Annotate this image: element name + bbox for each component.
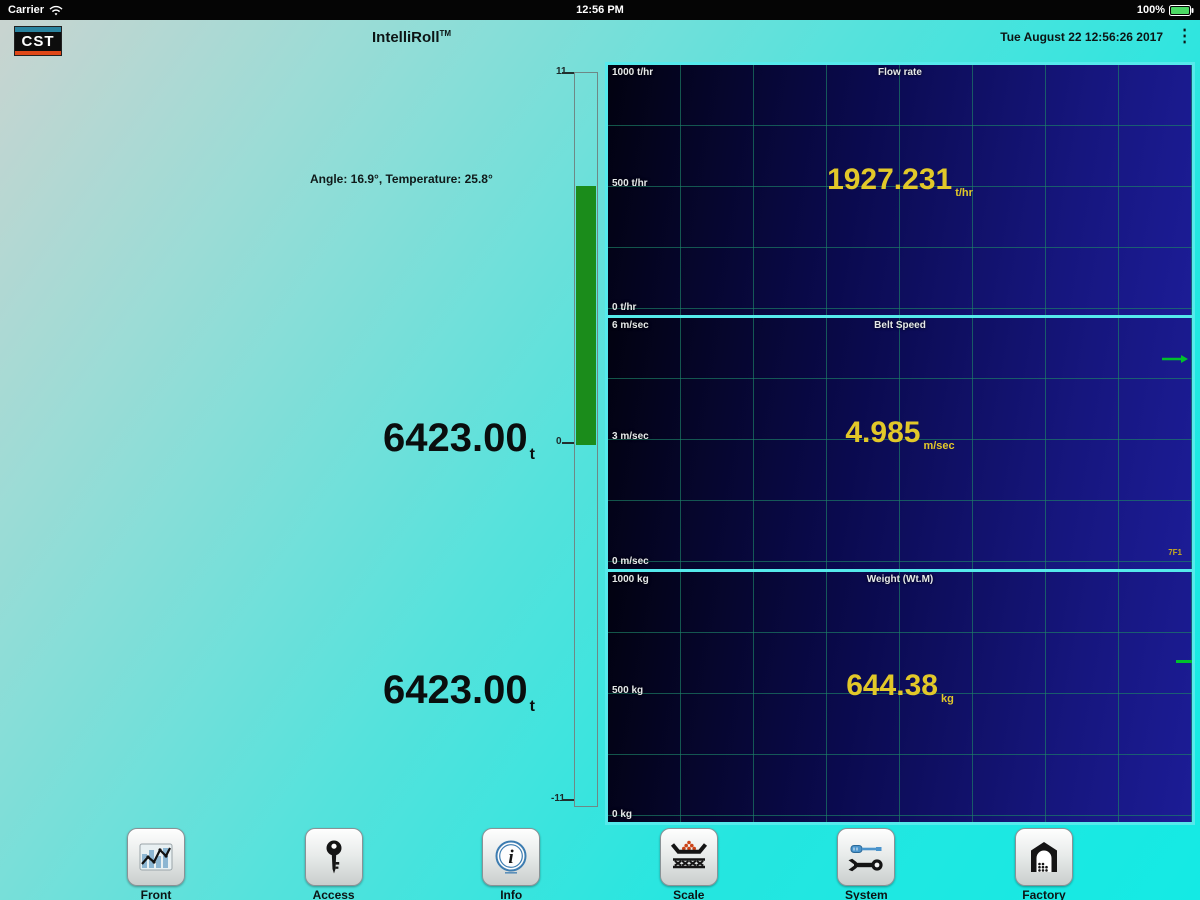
belt-speed-value: 4.985 m/sec <box>608 415 1192 452</box>
logo-text: CST <box>15 32 61 51</box>
key-icon <box>326 840 342 874</box>
system-button-label: System <box>845 888 888 900</box>
bottom-toolbar: Front Access i Info Scale System Factory <box>124 828 1076 900</box>
page-title: IntelliRollTM <box>372 29 451 46</box>
belt-speed-title: Belt Speed <box>874 320 926 332</box>
access-button[interactable]: Access <box>302 828 366 900</box>
total-bottom-value: 6423.00 <box>383 668 528 712</box>
flow-rate-value-number: 1927.231 <box>827 162 953 196</box>
tools-icon <box>848 845 883 872</box>
trend-chart-icon <box>139 843 173 871</box>
screen: Carrier 12:56 PM 100% CST IntelliRollTM <box>0 0 1200 900</box>
flow-rate-value: 1927.231 t/hr <box>608 162 1192 199</box>
system-button[interactable]: System <box>834 828 898 900</box>
trademark-mark: TM <box>439 29 452 38</box>
overflow-menu-icon[interactable]: ⋮ <box>1177 28 1192 45</box>
front-button[interactable]: Front <box>124 828 188 900</box>
info-button[interactable]: i Info <box>479 828 543 900</box>
factory-button-label: Factory <box>1022 888 1066 900</box>
factory-icon <box>1030 842 1057 872</box>
weight-value-unit: kg <box>940 693 954 706</box>
trend-charts-panel: 1000 t/hr Flow rate 500 t/hr 0 t/hr 1927… <box>605 62 1195 825</box>
front-button-label: Front <box>140 888 172 900</box>
weight-value: 644.38 kg <box>608 669 1192 706</box>
weight-value-number: 644.38 <box>846 669 938 703</box>
angle-temperature-label: Angle: 16.9°, Temperature: 25.8° <box>310 172 493 186</box>
factory-button[interactable]: Factory <box>1012 828 1076 900</box>
total-weight-top: 6423.00 t <box>383 416 535 463</box>
belt-scale-icon <box>670 840 707 869</box>
flow-rate-title: Flow rate <box>878 67 922 78</box>
belt-speed-ymin-label: 0 m/sec <box>612 555 649 567</box>
status-bar: Carrier 12:56 PM 100% <box>0 0 1200 20</box>
datetime-label: Tue August 22 12:56:26 2017 <box>1000 30 1163 44</box>
access-button-label: Access <box>312 888 355 900</box>
logo-bottom-stripe <box>15 51 61 55</box>
speed-marker-arrow-icon <box>1162 355 1188 364</box>
weight-ymin-label: 0 kg <box>612 808 633 820</box>
info-button-label: Info <box>500 888 523 900</box>
cst-logo: CST <box>14 26 62 56</box>
weight-chart: 1000 kg Weight (Wt.M) 500 kg 0 kg 644.38… <box>608 571 1192 822</box>
gauge-zero-label: 0 <box>556 436 562 447</box>
weight-marker-tick <box>1176 659 1192 663</box>
flow-rate-chart: 1000 t/hr Flow rate 500 t/hr 0 t/hr 1927… <box>608 65 1192 316</box>
total-top-unit: t <box>529 446 535 463</box>
weight-title: Weight (Wt.M) <box>866 573 934 585</box>
scale-button[interactable]: Scale <box>657 828 721 900</box>
battery-percent: 100% <box>1136 4 1165 16</box>
belt-speed-value-number: 4.985 <box>845 415 921 449</box>
flow-rate-ymin-label: 0 t/hr <box>612 302 637 314</box>
belt-speed-value-unit: m/sec <box>923 439 955 452</box>
level-gauge-fill <box>576 186 596 445</box>
total-bottom-unit: t <box>529 698 535 715</box>
belt-speed-corner-tag: 7F1 <box>1168 547 1182 557</box>
total-weight-bottom: 6423.00 t <box>383 668 535 715</box>
app-title-text: IntelliRoll <box>372 29 440 46</box>
level-gauge-track <box>574 72 598 807</box>
status-time: 12:56 PM <box>576 4 624 16</box>
belt-speed-chart: 6 m/sec Belt Speed 3 m/sec 0 m/sec 4.985… <box>608 318 1192 569</box>
level-gauge: 11 0 -11 <box>551 64 606 816</box>
flow-rate-value-unit: t/hr <box>955 186 973 199</box>
app-window: CST IntelliRollTM Tue August 22 12:56:26… <box>0 20 1200 900</box>
svg-text:i: i <box>509 847 515 868</box>
info-icon: i <box>495 840 527 874</box>
battery-icon <box>1169 4 1194 16</box>
total-top-value: 6423.00 <box>383 416 528 460</box>
scale-button-label: Scale <box>673 888 705 900</box>
